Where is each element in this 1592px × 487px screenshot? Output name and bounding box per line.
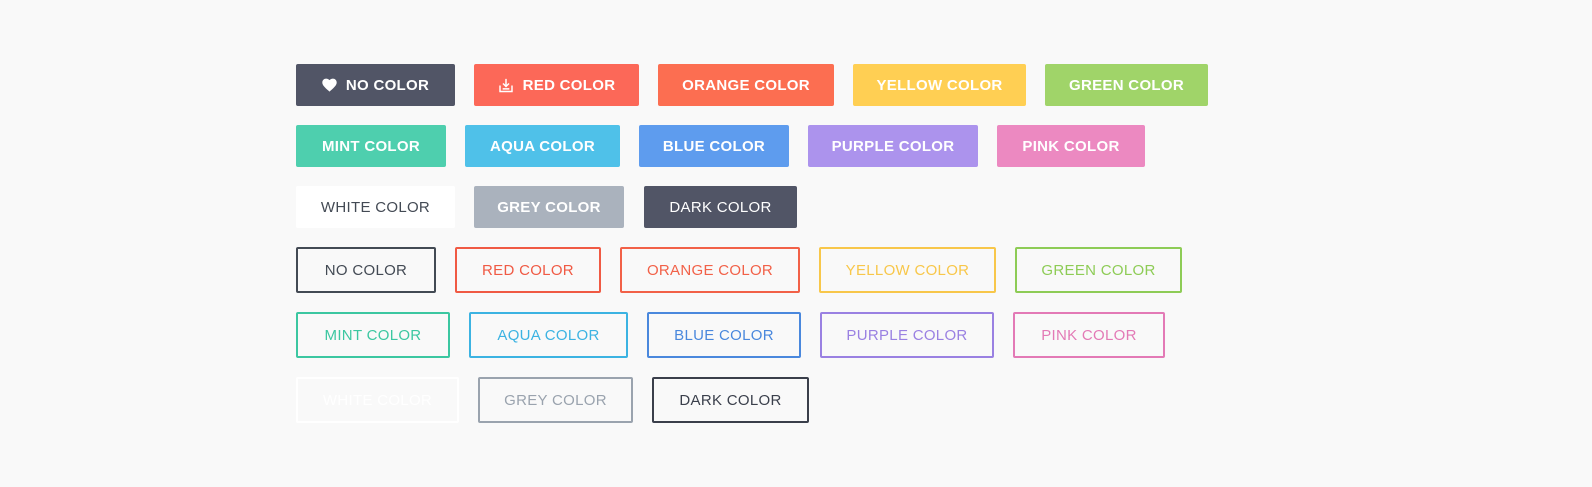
yellow-color-outline-button[interactable]: YELLOW COLOR [819, 247, 996, 293]
yellow-color-solid-button[interactable]: YELLOW COLOR [853, 64, 1026, 106]
pink-color-outline-label: PINK COLOR [1041, 326, 1137, 344]
white-color-solid-label: WHITE COLOR [320, 198, 431, 216]
mint-color-solid-label: MINT COLOR [322, 137, 420, 155]
aqua-color-outline-button[interactable]: AQUA COLOR [469, 312, 628, 358]
mint-color-outline-label: MINT COLOR [324, 326, 422, 344]
no-color-solid-label: NO COLOR [345, 76, 430, 94]
purple-color-solid-label: PURPLE COLOR [831, 137, 955, 155]
orange-color-outline-label: ORANGE COLOR [646, 261, 774, 279]
dark-color-outline-label: DARK COLOR [679, 391, 782, 409]
pink-color-solid-button[interactable]: PINK COLOR [997, 125, 1145, 167]
aqua-color-solid-button[interactable]: AQUA COLOR [465, 125, 620, 167]
grey-color-solid-label: GREY COLOR [497, 198, 601, 216]
green-color-outline-button[interactable]: GREEN COLOR [1015, 247, 1182, 293]
red-color-solid-label: RED COLOR [522, 76, 616, 94]
mint-color-solid-button[interactable]: MINT COLOR [296, 125, 446, 167]
purple-color-outline-button[interactable]: PURPLE COLOR [820, 312, 994, 358]
orange-color-solid-label: ORANGE COLOR [682, 76, 810, 94]
grey-color-outline-label: GREY COLOR [504, 391, 607, 409]
blue-color-outline-button[interactable]: BLUE COLOR [647, 312, 801, 358]
pink-color-outline-button[interactable]: PINK COLOR [1013, 312, 1165, 358]
no-color-outline-label: NO COLOR [324, 261, 408, 279]
blue-color-outline-label: BLUE COLOR [674, 326, 774, 344]
green-color-outline-label: GREEN COLOR [1041, 261, 1156, 279]
red-color-solid-button[interactable]: RED COLOR [474, 64, 639, 106]
white-color-outline-button[interactable]: WHITE COLOR [296, 377, 459, 423]
yellow-color-solid-label: YELLOW COLOR [876, 76, 1003, 94]
heart-icon [322, 78, 337, 92]
green-color-solid-label: GREEN COLOR [1069, 76, 1184, 94]
aqua-color-solid-label: AQUA COLOR [490, 137, 595, 155]
blue-color-solid-button[interactable]: BLUE COLOR [639, 125, 789, 167]
dark-color-solid-button[interactable]: DARK COLOR [644, 186, 797, 228]
aqua-color-outline-label: AQUA COLOR [497, 326, 600, 344]
white-color-outline-label: WHITE COLOR [322, 391, 433, 409]
download-tray-icon [498, 78, 514, 93]
yellow-color-outline-label: YELLOW COLOR [845, 261, 970, 279]
green-color-solid-button[interactable]: GREEN COLOR [1045, 64, 1208, 106]
pink-color-solid-label: PINK COLOR [1022, 137, 1120, 155]
purple-color-solid-button[interactable]: PURPLE COLOR [808, 125, 978, 167]
no-color-outline-button[interactable]: NO COLOR [296, 247, 436, 293]
grey-color-outline-button[interactable]: GREY COLOR [478, 377, 633, 423]
blue-color-solid-label: BLUE COLOR [662, 137, 766, 155]
orange-color-outline-button[interactable]: ORANGE COLOR [620, 247, 800, 293]
mint-color-outline-button[interactable]: MINT COLOR [296, 312, 450, 358]
red-color-outline-button[interactable]: RED COLOR [455, 247, 601, 293]
red-color-outline-label: RED COLOR [482, 261, 574, 279]
dark-color-outline-button[interactable]: DARK COLOR [652, 377, 809, 423]
dark-color-solid-label: DARK COLOR [669, 198, 772, 216]
no-color-solid-button[interactable]: NO COLOR [296, 64, 455, 106]
orange-color-solid-button[interactable]: ORANGE COLOR [658, 64, 834, 106]
grey-color-solid-button[interactable]: GREY COLOR [474, 186, 624, 228]
white-color-solid-button[interactable]: WHITE COLOR [296, 186, 455, 228]
purple-color-outline-label: PURPLE COLOR [846, 326, 968, 344]
